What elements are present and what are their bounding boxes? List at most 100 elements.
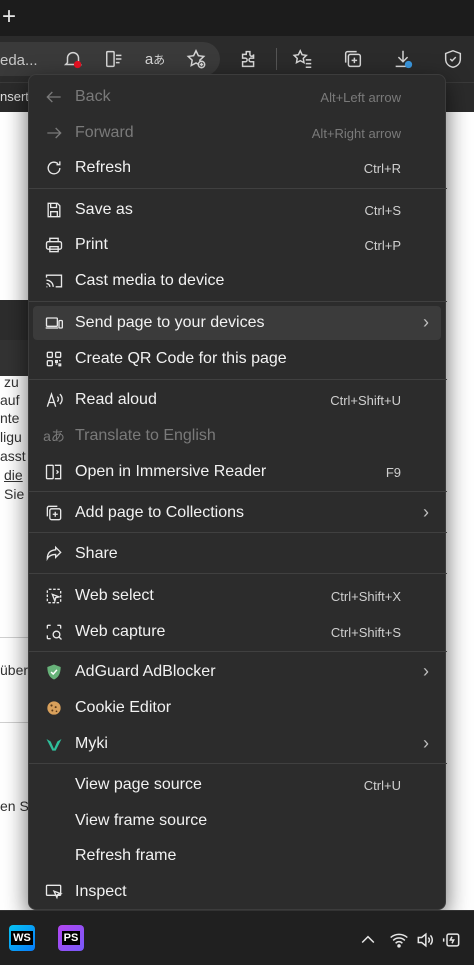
devices-icon [43, 312, 65, 334]
page-text: über [0, 662, 29, 678]
menu-separator [29, 532, 447, 533]
qr-code-icon [43, 348, 65, 370]
forward-arrow-icon [43, 122, 65, 144]
menu-item-share[interactable]: Share [33, 537, 441, 571]
menu-separator [29, 301, 447, 302]
page-text: nte [0, 410, 20, 426]
downloads-icon[interactable] [390, 46, 416, 72]
menu-item-label: Print [75, 236, 108, 253]
menu-item-translate[interactable]: aあ Translate to English [33, 419, 441, 453]
menu-item-refresh-frame[interactable]: Refresh frame [33, 839, 441, 873]
menu-item-label: AdGuard AdBlocker [75, 663, 216, 680]
print-icon [43, 234, 65, 256]
browser-essentials-icon[interactable] [440, 46, 466, 72]
menu-item-inspect[interactable]: Inspect [33, 875, 441, 909]
collections-icon[interactable] [340, 46, 366, 72]
menu-item-label: Open in Immersive Reader [75, 463, 267, 480]
menu-item-shortcut: Ctrl+Shift+S [330, 625, 401, 640]
cast-icon [43, 270, 65, 292]
favorites-bar-item[interactable]: nsert [0, 89, 29, 104]
menu-item-adguard[interactable]: AdGuard AdBlocker › [33, 655, 441, 689]
menu-item-cast-media[interactable]: Cast media to device [33, 264, 441, 298]
menu-item-shortcut: Alt+Right arrow [311, 126, 401, 141]
menu-item-label: Refresh frame [75, 847, 177, 864]
toolbar-divider [276, 48, 277, 70]
title-bar: + [0, 0, 474, 36]
menu-separator [29, 651, 447, 652]
menu-item-read-aloud[interactable]: Read aloud Ctrl+Shift+U [33, 383, 441, 417]
menu-item-label: Share [75, 545, 118, 562]
menu-item-send-page-to-devices[interactable]: Send page to your devices › [33, 306, 441, 340]
menu-item-cookie-editor[interactable]: Cookie Editor [33, 691, 441, 725]
menu-item-myki[interactable]: Myki › [33, 727, 441, 761]
webstorm-icon[interactable]: WS [9, 925, 35, 951]
collections-icon [43, 502, 65, 524]
context-menu: Back Alt+Left arrow Forward Alt+Right ar… [28, 74, 447, 910]
menu-separator [29, 763, 447, 764]
phpstorm-icon[interactable]: PS [58, 925, 84, 951]
chevron-right-icon: › [423, 733, 429, 753]
read-aloud-translate-icon[interactable]: aあ [142, 46, 168, 72]
menu-item-label: Back [75, 88, 111, 105]
share-icon [43, 543, 65, 565]
translate-icon: aあ [43, 428, 65, 444]
taskbar: WS PS [0, 910, 474, 965]
chevron-right-icon: › [423, 502, 429, 522]
immersive-reader-icon [43, 461, 65, 483]
page-link[interactable]: die [4, 467, 23, 483]
menu-item-create-qr-code[interactable]: Create QR Code for this page [33, 342, 441, 376]
address-text: eda... [0, 52, 38, 69]
menu-item-web-capture[interactable]: Web capture Ctrl+Shift+S [33, 615, 441, 649]
menu-item-view-frame-source[interactable]: View frame source [33, 804, 441, 838]
submenu-remnant [0, 340, 30, 376]
menu-item-immersive-reader[interactable]: Open in Immersive Reader F9 [33, 455, 441, 489]
wifi-icon[interactable] [388, 929, 410, 951]
menu-item-shortcut: Ctrl+Shift+X [330, 589, 401, 604]
menu-item-shortcut: Ctrl+U [363, 778, 401, 793]
menu-item-web-select[interactable]: Web select Ctrl+Shift+X [33, 579, 441, 613]
add-favorite-icon[interactable] [183, 46, 209, 72]
page-text: auf [0, 392, 20, 408]
favorites-icon[interactable] [290, 46, 316, 72]
notifications-blocked-icon[interactable] [60, 46, 86, 72]
extensions-icon[interactable] [236, 46, 262, 72]
menu-item-label: Read aloud [75, 391, 157, 408]
immersive-reader-icon[interactable] [102, 46, 128, 72]
refresh-icon [43, 157, 65, 179]
menu-item-refresh[interactable]: Refresh Ctrl+R [33, 151, 441, 185]
read-aloud-icon [43, 389, 65, 411]
menu-item-save-as[interactable]: Save as Ctrl+S [33, 193, 441, 227]
web-select-icon [43, 585, 65, 607]
battery-icon[interactable] [441, 929, 463, 951]
page-text: ligu [0, 429, 22, 445]
menu-separator [29, 573, 447, 574]
menu-item-label: Send page to your devices [75, 314, 265, 331]
menu-item-label: Create QR Code for this page [75, 350, 287, 367]
menu-item-label: Cookie Editor [75, 699, 172, 716]
menu-item-label: Add page to Collections [75, 504, 244, 521]
menu-item-view-page-source[interactable]: View page source Ctrl+U [33, 768, 441, 802]
page-text: asst [0, 448, 26, 464]
menu-item-shortcut: Ctrl+Shift+U [330, 393, 401, 408]
menu-item-shortcut: Ctrl+P [364, 238, 401, 253]
chevron-right-icon: › [423, 312, 429, 332]
menu-item-print[interactable]: Print Ctrl+P [33, 228, 441, 262]
menu-item-add-to-collections[interactable]: Add page to Collections › [33, 496, 441, 530]
menu-separator [29, 188, 447, 189]
chevron-up-icon[interactable] [357, 929, 379, 951]
page-text: Sie [4, 486, 25, 502]
web-capture-icon [43, 621, 65, 643]
volume-icon[interactable] [414, 929, 436, 951]
menu-item-shortcut: F9 [385, 465, 401, 480]
menu-item-label: Web select [75, 587, 154, 604]
menu-item-label: Forward [75, 124, 134, 141]
menu-item-forward[interactable]: Forward Alt+Right arrow [33, 116, 441, 150]
menu-item-back[interactable]: Back Alt+Left arrow [33, 80, 441, 114]
page-text: en S [0, 798, 29, 814]
new-tab-icon[interactable]: + [2, 5, 22, 29]
menu-item-label: Web capture [75, 623, 166, 640]
page-text: zu [4, 374, 19, 390]
menu-item-label: Myki [75, 735, 108, 752]
inspect-icon [43, 881, 65, 903]
chevron-right-icon: › [423, 661, 429, 681]
